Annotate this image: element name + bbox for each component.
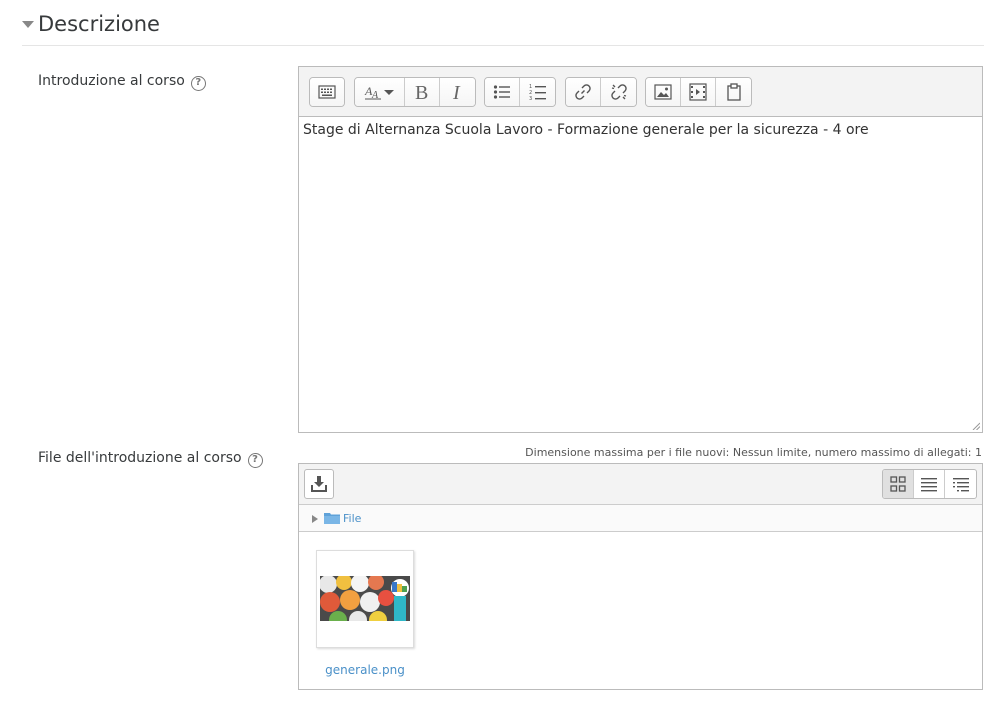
unlink-button[interactable]	[601, 78, 636, 106]
italic-button[interactable]: I	[440, 78, 475, 106]
collapse-toggle-icon[interactable]	[22, 21, 34, 28]
help-icon[interactable]: ?	[247, 453, 263, 468]
italic-icon: I	[452, 82, 461, 102]
grid-view-button[interactable]	[883, 470, 914, 498]
section-title: Descrizione	[38, 12, 160, 36]
intro-label-row: Introduzione al corso?	[38, 73, 206, 91]
expand-arrow-icon[interactable]	[312, 515, 318, 523]
editor-toolbar: AA B I 123	[299, 67, 982, 117]
toolbar-group-format: AA B I	[354, 77, 476, 107]
add-file-button[interactable]	[304, 469, 334, 499]
style-button[interactable]: AA	[355, 78, 405, 106]
grid-view-icon	[890, 476, 906, 492]
media-icon	[689, 83, 707, 101]
toolbar-group-media	[645, 77, 752, 107]
paste-icon	[726, 83, 741, 101]
image-button[interactable]	[646, 78, 681, 106]
resize-grip-icon[interactable]	[972, 422, 980, 430]
file-thumbnail-image	[320, 576, 410, 621]
editor-content[interactable]: Stage di Alternanza Scuola Lavoro - Form…	[299, 117, 982, 432]
file-thumbnail-card[interactable]	[316, 550, 414, 648]
bold-icon: B	[415, 82, 428, 102]
image-icon	[654, 84, 672, 100]
style-icon: AA	[364, 84, 394, 101]
file-manager: File generale.png	[298, 463, 983, 690]
svg-text:B: B	[415, 82, 428, 102]
toolbar-toggle-button[interactable]	[310, 78, 344, 106]
section-header: Descrizione	[22, 10, 984, 46]
toolbar-group-links	[565, 77, 637, 107]
rich-text-editor: AA B I 123 Stage di Alternanza Scuola La…	[298, 66, 983, 433]
media-button[interactable]	[681, 78, 716, 106]
files-label-row: File dell'introduzione al corso?	[38, 450, 263, 468]
ordered-list-icon: 123	[529, 84, 546, 101]
svg-text:3: 3	[529, 96, 532, 101]
view-switcher	[882, 469, 977, 499]
folder-icon	[324, 513, 340, 524]
paste-button[interactable]	[716, 78, 751, 106]
file-name-link[interactable]: generale.png	[316, 663, 414, 677]
unordered-list-button[interactable]	[485, 78, 520, 106]
list-view-button[interactable]	[914, 470, 945, 498]
toolbar-group-toggle	[309, 77, 345, 107]
unlink-icon	[610, 84, 627, 100]
bold-button[interactable]: B	[405, 78, 440, 106]
file-manager-toolbar	[299, 464, 982, 505]
tree-view-button[interactable]	[945, 470, 976, 498]
add-file-icon	[311, 476, 327, 492]
toolbar-toggle-icon	[318, 85, 336, 99]
link-icon	[575, 84, 591, 100]
help-icon[interactable]: ?	[190, 76, 206, 91]
link-button[interactable]	[566, 78, 601, 106]
unordered-list-icon	[493, 85, 510, 99]
max-file-info: Dimensione massima per i file nuovi: Nes…	[525, 446, 982, 459]
intro-label: Introduzione al corso	[38, 73, 185, 89]
ordered-list-button[interactable]: 123	[520, 78, 555, 106]
svg-text:I: I	[452, 82, 461, 102]
files-label: File dell'introduzione al corso	[38, 450, 242, 466]
list-view-icon	[921, 478, 937, 492]
folder-label[interactable]: File	[343, 512, 361, 525]
tree-view-icon	[952, 478, 969, 492]
folder-path: File	[299, 505, 982, 532]
toolbar-group-lists: 123	[484, 77, 556, 107]
